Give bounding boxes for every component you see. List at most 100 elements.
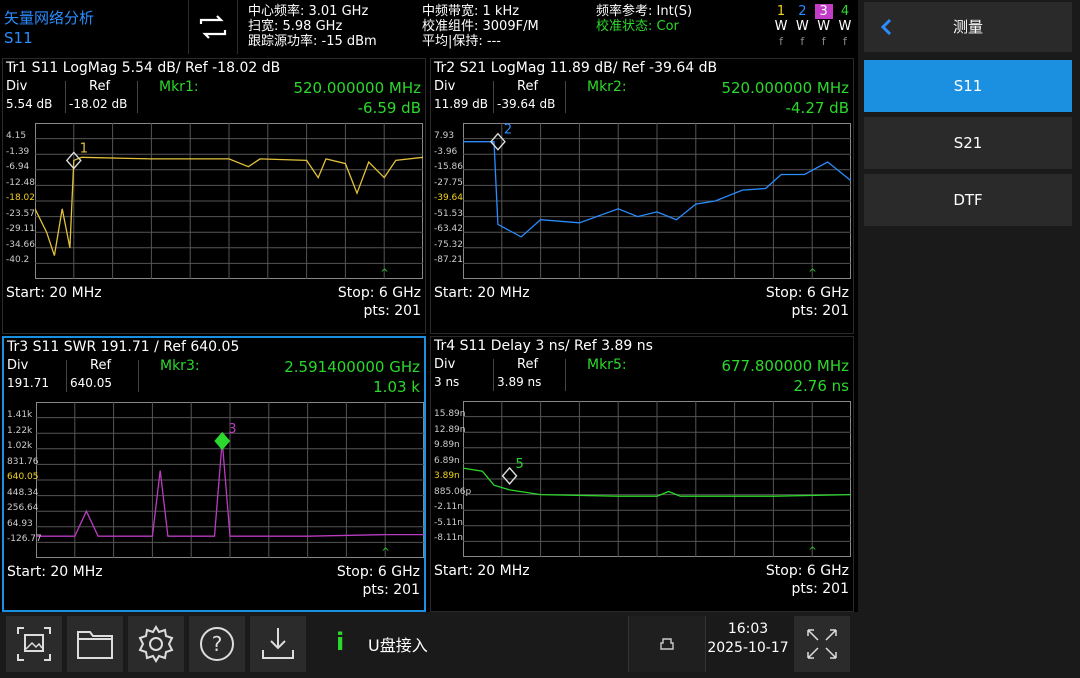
y-axis-label: 7.93	[434, 131, 455, 141]
marker-value: 1.03 k	[373, 378, 420, 396]
reference-caret: ^	[808, 546, 816, 557]
svg-text:?: ?	[212, 632, 223, 656]
marker-value: -4.27 dB	[785, 99, 849, 117]
marker-diamond[interactable]	[214, 431, 231, 451]
y-axis-label: -27.75	[434, 177, 464, 188]
ref-label: Ref	[89, 79, 111, 94]
points-count: pts: 201	[791, 581, 849, 597]
status-message: U盘接入	[368, 636, 428, 655]
trace-plot[interactable]: 2^	[463, 123, 851, 279]
trace-panel-4[interactable]: Tr4 S11 Delay 3 ns/ Ref 3.89 ns Div 3 ns…	[430, 336, 854, 612]
start-freq: Start: 20 MHz	[7, 564, 103, 580]
trace-panel-2[interactable]: Tr2 S21 LogMag 11.89 dB/ Ref -39.64 dB D…	[430, 58, 854, 334]
help-button[interactable]: ?	[189, 616, 245, 672]
ref-label: Ref	[517, 357, 539, 372]
stop-freq: Stop: 6 GHz	[336, 564, 420, 580]
marker-diamond[interactable]	[501, 466, 518, 485]
trace-1-number[interactable]: 1	[772, 4, 790, 19]
div-label: Div	[434, 79, 456, 94]
screenshot-button[interactable]	[6, 616, 62, 672]
usb-status	[628, 616, 706, 672]
start-freq: Start: 20 MHz	[434, 563, 530, 579]
trace-1-mode: W	[774, 19, 788, 34]
marker-number: 5	[516, 457, 524, 472]
marker-frequency: 2.591400000 GHz	[284, 358, 420, 376]
save-button[interactable]	[250, 616, 306, 672]
points-count: pts: 201	[791, 303, 849, 319]
center-freq: 中心频率: 3.01 GHz	[248, 4, 369, 19]
y-axis-label: 831.76	[7, 456, 39, 467]
trace-plot[interactable]: 5^	[463, 401, 851, 557]
trace-status-grid: 1234 WWWW ffff	[772, 4, 854, 49]
trace-plot[interactable]: 1^	[35, 123, 423, 279]
divider	[65, 81, 66, 113]
softkey-s21[interactable]: S21	[864, 117, 1072, 169]
y-axis-label: -75.32	[434, 239, 464, 250]
trace-4-number[interactable]: 4	[836, 4, 854, 19]
sweep-info: 中心频率: 3.01 GHz 扫宽: 5.98 GHz 跟踪源功率: -15 d…	[248, 4, 377, 49]
y-axis-label: -34.66	[6, 239, 36, 250]
stop-freq: Stop: 6 GHz	[337, 285, 421, 301]
marker-value: 2.76 ns	[793, 377, 850, 395]
marker-number: 1	[80, 141, 88, 156]
trace-panel-1[interactable]: Tr1 S11 LogMag 5.54 dB/ Ref -18.02 dB Di…	[2, 58, 426, 334]
clock-time: 16:03	[727, 621, 769, 637]
repeat-icon	[199, 15, 227, 39]
y-axis-label: 12.89n	[434, 424, 466, 435]
y-axis-label: 3.89n	[434, 471, 460, 481]
y-axis-label: -126.77	[7, 534, 42, 544]
bottom-toolbar: ? i U盘接入 16:03 2025-10-17	[0, 612, 858, 678]
trace-plot[interactable]: 3^	[36, 402, 424, 558]
marker-number: 3	[228, 422, 236, 437]
file-button[interactable]	[67, 616, 123, 672]
cal-status: 校准状态: Cor	[596, 19, 679, 34]
divider	[66, 360, 67, 392]
y-axis-label: 15.89n	[434, 409, 466, 419]
points-count: pts: 201	[362, 582, 420, 598]
status-header: 矢量网络分析 S11 中心频率: 3.01 GHz 扫宽: 5.98 GHz 跟…	[0, 0, 858, 54]
div-label: Div	[7, 358, 29, 373]
y-axis-label: -3.96	[434, 146, 458, 157]
softkey-dtf[interactable]: DTF	[864, 174, 1072, 226]
settings-button[interactable]	[128, 616, 184, 672]
average-hold: 平均|保持: ---	[422, 34, 501, 49]
reference-caret: ^	[381, 547, 389, 558]
y-axis-label: 1.22k	[7, 425, 33, 436]
trace-2-number[interactable]: 2	[793, 4, 811, 19]
ref-value: -18.02 dB	[69, 97, 128, 111]
softkey-s11[interactable]: S11	[864, 60, 1072, 112]
fullscreen-button[interactable]	[794, 616, 850, 672]
trace-1-state: f	[779, 35, 783, 48]
marker-value: -6.59 dB	[357, 99, 421, 117]
y-axis-label: -51.53	[434, 208, 464, 219]
folder-icon	[77, 631, 113, 659]
y-axis-label: -8.11n	[434, 533, 463, 543]
trace-panel-3[interactable]: Tr3 S11 SWR 191.71 / Ref 640.05 Div 191.…	[2, 336, 426, 612]
marker-frequency: 520.000000 MHz	[293, 79, 421, 97]
ref-label: Ref	[90, 358, 112, 373]
divider	[137, 81, 138, 113]
sweep-toggle-button[interactable]	[188, 0, 238, 54]
y-axis-label: 640.05	[7, 472, 39, 482]
y-axis-label: 64.93	[7, 518, 33, 529]
if-info: 中频带宽: 1 kHz 校准组件: 3009F/M 平均|保持: ---	[422, 4, 539, 49]
stop-freq: Stop: 6 GHz	[765, 563, 849, 579]
usb-icon	[660, 638, 674, 650]
y-axis-label: -87.21	[434, 255, 464, 265]
marker-label: Mkr2:	[587, 79, 627, 95]
y-axis-label: -5.11n	[434, 517, 463, 528]
y-axis-label: 6.89n	[434, 455, 460, 466]
ref-label: Ref	[517, 79, 539, 94]
trace-title: Tr1 S11 LogMag 5.54 dB/ Ref -18.02 dB	[6, 60, 281, 76]
marker-label: Mkr3:	[160, 358, 200, 374]
current-measurement: S11	[4, 29, 33, 47]
gear-icon	[138, 625, 174, 663]
divider	[493, 359, 494, 391]
divider	[565, 359, 566, 391]
clock-date: 2025-10-17	[707, 640, 789, 656]
trace-3-number[interactable]: 3	[814, 4, 833, 19]
trace-2-mode: W	[795, 19, 809, 34]
divider	[565, 81, 566, 113]
div-value: 3 ns	[434, 375, 460, 389]
y-axis-label: 1.41k	[7, 410, 33, 420]
